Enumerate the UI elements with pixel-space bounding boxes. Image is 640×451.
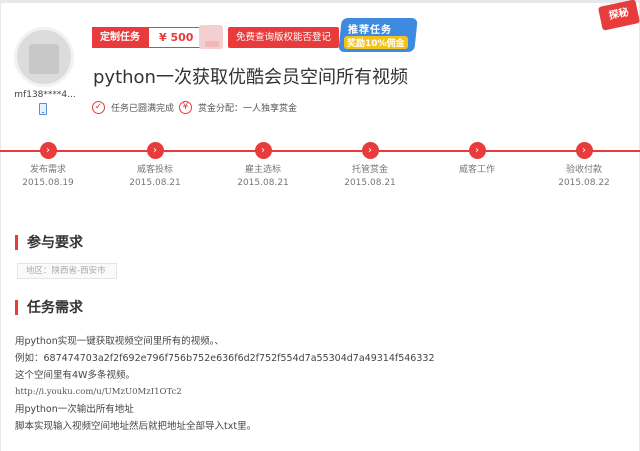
task-price: ¥ 500 bbox=[148, 27, 205, 48]
username[interactable]: mf138****4... bbox=[14, 90, 76, 100]
participation-heading-text: 参与要求 bbox=[27, 235, 83, 251]
timeline-step: › 发布需求 2015.08.19 bbox=[13, 142, 83, 188]
description-line: 例如：687474703a2f2f692e796f756b752e636f6d2… bbox=[15, 353, 435, 364]
description-line: 用python实现一键获取视频空间里所有的视频。、 bbox=[15, 336, 224, 347]
blurred-thumbnail bbox=[199, 25, 223, 49]
timeline-step-label: 威客工作 bbox=[458, 165, 495, 175]
chevron-right-icon: › bbox=[575, 142, 593, 159]
status-reward: ¥ 赏金分配：一人独享赏金 bbox=[179, 99, 297, 115]
timeline-step-date: 2015.08.21 bbox=[237, 178, 289, 188]
timeline-step-label: 发布需求 bbox=[29, 165, 66, 175]
description-line: 脚本实现输入视频空间地址然后就把地址全部导入txt里。 bbox=[15, 421, 257, 432]
copyright-check-button[interactable]: 免费查询版权能否登记 bbox=[228, 27, 340, 48]
timeline-step: › 托管赏金 2015.08.21 bbox=[335, 142, 405, 188]
description-line: 用python一次输出所有地址 bbox=[15, 404, 134, 415]
page-title: python一次获取优酷会员空间所有视频 bbox=[93, 67, 408, 88]
yen-circle-icon: ¥ bbox=[179, 100, 192, 114]
requirement-heading-text: 任务需求 bbox=[27, 300, 83, 316]
timeline-step-label: 雇主选标 bbox=[244, 165, 281, 175]
promo-badge[interactable]: 推荐任务 奖励10%佣金 bbox=[338, 18, 418, 52]
avatar-image bbox=[29, 44, 59, 74]
timeline-step-label: 威客投标 bbox=[136, 165, 173, 175]
timeline-step: › 雇主选标 2015.08.21 bbox=[228, 142, 298, 188]
participation-heading: 参与要求 bbox=[15, 232, 83, 252]
task-type-label: 定制任务 bbox=[92, 27, 148, 48]
timeline-step-date: 2015.08.19 bbox=[22, 178, 74, 188]
description-line: 这个空间里有4W多条视频。 bbox=[15, 370, 135, 381]
requirement-heading: 任务需求 bbox=[15, 297, 83, 317]
chevron-right-icon: › bbox=[39, 142, 57, 159]
timeline-step: › 威客工作 bbox=[442, 142, 512, 178]
timeline-step-label: 托管赏金 bbox=[351, 165, 388, 175]
chevron-right-icon: › bbox=[361, 142, 379, 159]
description-link[interactable]: http://i.youku.com/u/UMzU0MzI1OTc2 bbox=[15, 384, 615, 401]
avatar[interactable] bbox=[14, 27, 74, 87]
check-circle-icon: ✓ bbox=[92, 100, 105, 114]
timeline-step-label: 验收付款 bbox=[565, 165, 602, 175]
timeline-step-date: 2015.08.21 bbox=[129, 178, 181, 188]
location-field: 地区：陕西省-西安市 bbox=[17, 263, 117, 279]
status-completed: ✓ 任务已圆满完成 bbox=[92, 99, 174, 115]
timeline-step-date: 2015.08.22 bbox=[558, 178, 610, 188]
promo-line-1: 推荐任务 bbox=[348, 25, 392, 36]
timeline-step: › 威客投标 2015.08.21 bbox=[120, 142, 190, 188]
heading-accent-bar bbox=[15, 234, 18, 250]
heading-accent-bar bbox=[15, 299, 18, 315]
timeline-step-date: 2015.08.21 bbox=[344, 178, 396, 188]
status-reward-text: 赏金分配：一人独享赏金 bbox=[198, 103, 298, 114]
chevron-right-icon: › bbox=[468, 142, 486, 159]
status-completed-text: 任务已圆满完成 bbox=[111, 103, 175, 114]
chevron-right-icon: › bbox=[254, 142, 272, 159]
chevron-right-icon: › bbox=[146, 142, 164, 159]
timeline-step: › 验收付款 2015.08.22 bbox=[549, 142, 619, 188]
phone-verified-icon bbox=[39, 103, 47, 115]
requirement-description: 用python实现一键获取视频空间里所有的视频。、 例如：687474703a2… bbox=[15, 333, 615, 435]
promo-line-2: 奖励10%佣金 bbox=[344, 36, 408, 49]
timeline-line bbox=[0, 150, 640, 152]
task-tag: 定制任务 ¥ 500 bbox=[92, 27, 205, 48]
